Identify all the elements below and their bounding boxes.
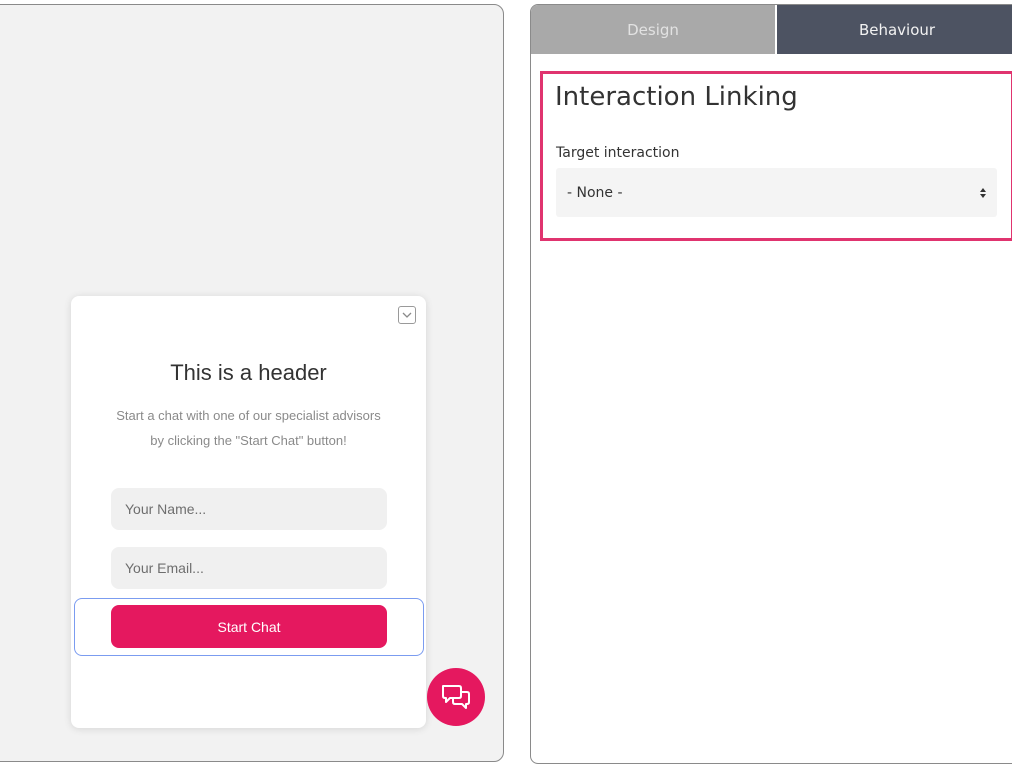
select-value: - None -	[567, 184, 623, 201]
name-input[interactable]	[111, 488, 387, 530]
tab-design[interactable]: Design	[531, 5, 775, 54]
target-interaction-label: Target interaction	[556, 145, 680, 161]
start-chat-button[interactable]: Start Chat	[111, 605, 387, 648]
sort-arrows-icon	[980, 187, 986, 198]
chevron-down-icon	[402, 312, 412, 318]
card-header: This is a header	[170, 360, 327, 385]
card-subtitle: Start a chat with one of our specialist …	[81, 403, 416, 453]
card-subtitle-line-1: Start a chat with one of our specialist …	[116, 408, 381, 423]
target-interaction-select[interactable]: - None -	[556, 168, 997, 217]
card-subtitle-line-2: by clicking the "Start Chat" button!	[150, 433, 347, 448]
section-title: Interaction Linking	[555, 82, 798, 112]
tab-behaviour[interactable]: Behaviour	[777, 5, 1012, 54]
email-input[interactable]	[111, 547, 387, 589]
chat-launcher-button[interactable]	[427, 668, 485, 726]
chat-bubbles-icon	[442, 685, 470, 709]
minimize-button[interactable]	[398, 306, 416, 324]
